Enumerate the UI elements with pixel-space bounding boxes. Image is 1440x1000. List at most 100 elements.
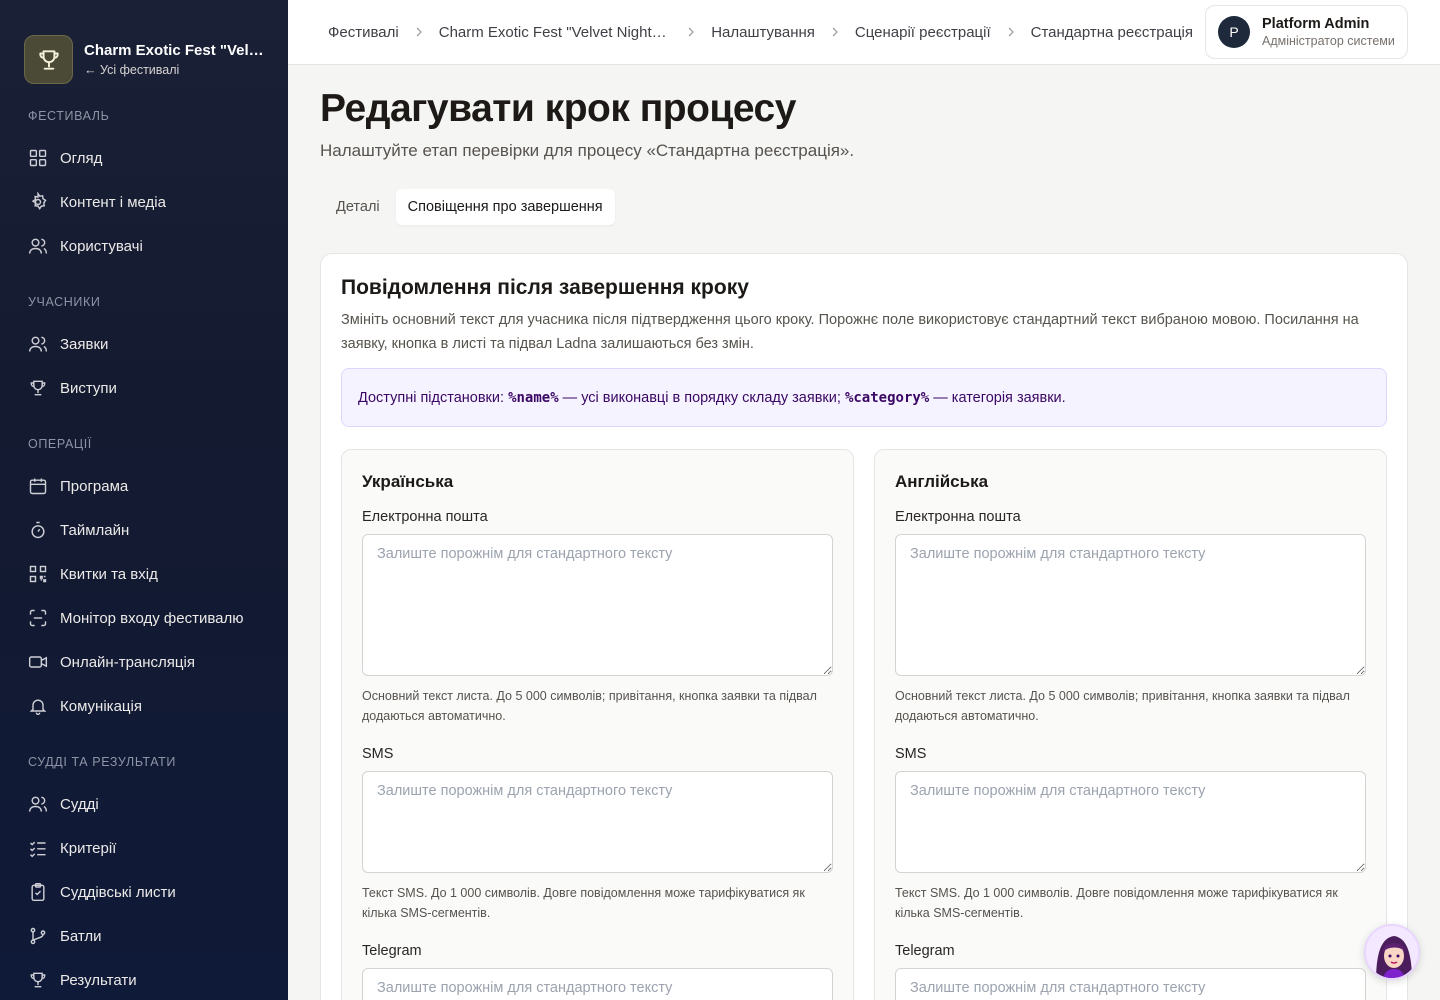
chevron-right-icon (832, 27, 838, 37)
tab-completion-notifications[interactable]: Сповіщення про завершення (395, 189, 615, 225)
sidebar-item-entry-monitor[interactable]: Монітор входу фестивалю (0, 596, 288, 640)
sidebar-item-users[interactable]: Користувачі (0, 224, 288, 268)
language-columns: Українська Електронна пошта Основний тек… (341, 449, 1387, 1000)
telegram-label: Telegram (895, 943, 955, 959)
all-festivals-link[interactable]: ← Усі фестивалі (84, 63, 264, 77)
page-subtitle: Налаштуйте етап перевірки для процесу «С… (320, 141, 855, 160)
brand-header: Charm Exotic Fest "Velvet Night" ← Усі ф… (0, 0, 288, 96)
completion-message-card: Повідомлення після завершення кроку Змін… (320, 253, 1408, 1000)
nav-section-title: ФЕСТИВАЛЬ (28, 109, 110, 123)
chevron-right-icon (688, 27, 695, 37)
user-role: Адміністратор системи (1262, 34, 1395, 48)
sidebar-item-label: Таймлайн (60, 521, 130, 539)
sidebar-item-label: Виступи (60, 379, 117, 397)
sms-label: SMS (362, 746, 394, 762)
nav-section-title: СУДДІ ТА РЕЗУЛЬТАТИ (28, 755, 176, 769)
sms-hint: Текст SMS. До 1 000 символів. Довге пові… (362, 886, 805, 920)
trophy-icon (30, 972, 46, 988)
sms-label: SMS (895, 746, 927, 762)
sidebar-item-results[interactable]: Результати (0, 958, 288, 1000)
sidebar-item-label: Квитки та вхід (60, 565, 158, 583)
user-name: Platform Admin (1262, 16, 1370, 32)
branch-icon (30, 927, 46, 945)
grid-icon (29, 149, 47, 167)
clipboard-check-icon (31, 882, 45, 902)
email-label: Електронна пошта (362, 509, 488, 525)
topbar: Фестивалі Charm Exotic Fest "Velvet Nigh… (288, 0, 1440, 65)
checklist-icon (29, 841, 46, 858)
sidebar-item-performances[interactable]: Виступи (0, 366, 288, 410)
sms-textarea[interactable] (362, 771, 833, 873)
scan-icon (29, 609, 47, 627)
sidebar-item-communication[interactable]: Комунікація (0, 684, 288, 728)
users-icon (28, 796, 48, 812)
email-hint: Основний текст листа. До 5 000 символів;… (362, 689, 817, 723)
sidebar: Charm Exotic Fest "Velvet Night" ← Усі ф… (0, 0, 288, 1000)
main-content: Редагувати крок процесу Налаштуйте етап … (320, 65, 1408, 1000)
card-title: Повідомлення після завершення кроку (341, 276, 749, 299)
sidebar-item-label: Комунікація (60, 697, 142, 715)
user-menu[interactable]: P Platform Admin Адміністратор системи (1205, 5, 1408, 59)
sms-hint: Текст SMS. До 1 000 символів. Довге пові… (895, 886, 1338, 920)
sidebar-item-broadcast[interactable]: Онлайн-трансляція (0, 640, 288, 684)
calendar-icon (29, 478, 47, 495)
language-title: Українська (362, 472, 454, 491)
sidebar-item-label: Онлайн-трансляція (60, 653, 195, 671)
breadcrumb-festivals[interactable]: Фестивалі (328, 24, 399, 41)
sidebar-item-tickets[interactable]: Квитки та вхід (0, 552, 288, 596)
sidebar-item-label: Контент і медіа (60, 193, 166, 211)
sidebar-item-label: Суддівські листи (60, 883, 176, 901)
assistant-avatar-icon (1366, 926, 1418, 978)
sidebar-item-program[interactable]: Програма (0, 464, 288, 508)
email-textarea[interactable] (895, 534, 1366, 676)
breadcrumb-festival[interactable]: Charm Exotic Fest "Velvet Night" Vol.1 (439, 24, 671, 41)
chevron-right-icon (416, 27, 422, 37)
sidebar-item-battles[interactable]: Батли (0, 914, 288, 958)
sidebar-item-label: Критерії (60, 839, 117, 857)
page-title: Редагувати крок процесу (320, 87, 796, 130)
telegram-textarea[interactable] (895, 968, 1366, 1000)
assistant-chat-button[interactable] (1364, 924, 1420, 980)
email-label: Електронна пошта (895, 509, 1021, 525)
tab-details[interactable]: Деталі (320, 189, 396, 225)
language-title: Англійська (895, 472, 989, 491)
email-textarea[interactable] (362, 534, 833, 676)
video-icon (28, 656, 48, 668)
substitutions-info: Доступні підстановки: %name% — усі викон… (341, 368, 1387, 427)
sidebar-item-label: Монітор входу фестивалю (60, 609, 244, 627)
breadcrumb-settings[interactable]: Налаштування (711, 24, 815, 41)
bell-icon (29, 699, 47, 715)
sidebar-item-label: Заявки (60, 335, 109, 353)
nav-section-title: УЧАСНИКИ (28, 295, 101, 309)
language-card-english: Англійська Електронна пошта Основний тек… (874, 449, 1387, 1000)
sidebar-item-applications[interactable]: Заявки (0, 322, 288, 366)
sidebar-item-label: Результати (60, 971, 137, 989)
sidebar-item-criteria[interactable]: Критерії (0, 826, 288, 870)
card-description: Змініть основний текст для учасника післ… (341, 312, 1359, 352)
telegram-label: Telegram (362, 943, 422, 959)
avatar: P (1218, 16, 1250, 48)
language-card-ukrainian: Українська Електронна пошта Основний тек… (341, 449, 854, 1000)
users-icon (28, 238, 48, 254)
qr-icon (29, 565, 47, 583)
email-hint: Основний текст листа. До 5 000 символів;… (895, 689, 1350, 723)
sidebar-item-label: Огляд (60, 149, 103, 167)
nav-section-judges: СУДДІ ТА РЕЗУЛЬТАТИ Судді Критерії Судді… (0, 752, 288, 1000)
sidebar-item-overview[interactable]: Огляд (0, 136, 288, 180)
sidebar-item-judges[interactable]: Судді (0, 782, 288, 826)
sidebar-item-content-media[interactable]: Контент і медіа (0, 180, 288, 224)
sms-textarea[interactable] (895, 771, 1366, 873)
breadcrumb-registration-scenarios[interactable]: Сценарії реєстрації (855, 24, 991, 41)
sidebar-item-label: Судді (60, 795, 99, 813)
gear-icon (31, 192, 47, 210)
subs-category-desc: — категорія заявки. (929, 389, 1066, 406)
users-icon (28, 336, 48, 352)
breadcrumb-standard-registration[interactable]: Стандартна реєстрація (1031, 24, 1193, 41)
trophy-icon (30, 380, 46, 396)
nav-section-festival: ФЕСТИВАЛЬ Огляд Контент і медіа Користув… (0, 106, 288, 268)
sidebar-item-timeline[interactable]: Таймлайн (0, 508, 288, 552)
trophy-logo-icon (24, 35, 73, 84)
nav-section-operations: ОПЕРАЦІЇ Програма Таймлайн Квитки та вхі… (0, 434, 288, 728)
sidebar-item-score-sheets[interactable]: Суддівські листи (0, 870, 288, 914)
telegram-textarea[interactable] (362, 968, 833, 1000)
